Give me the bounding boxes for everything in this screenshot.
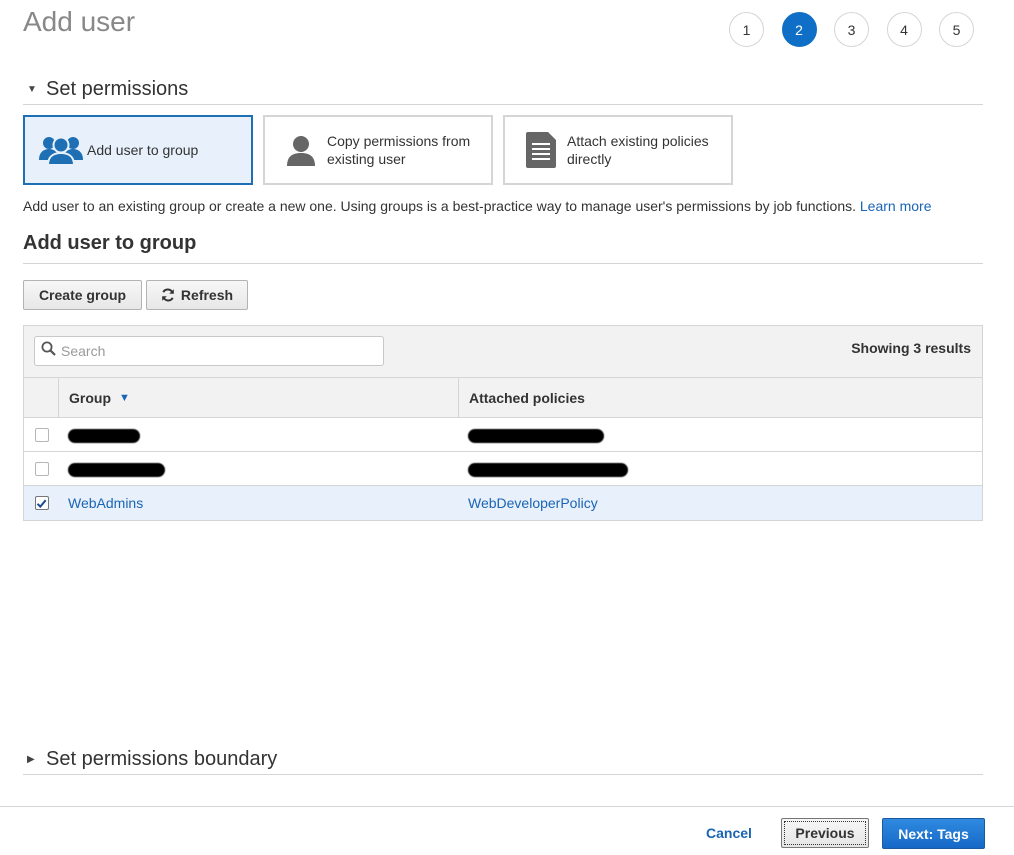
caret-down-icon: ▼ — [27, 84, 37, 95]
wizard-steps: 1 2 3 4 5 — [729, 12, 992, 47]
footer: Cancel Previous Next: Tags — [0, 806, 1014, 855]
groups-table: Showing 3 results Group ▼ Attached polic… — [23, 325, 983, 521]
step-4[interactable]: 4 — [886, 12, 922, 47]
user-group-icon — [35, 134, 87, 166]
group-column-header[interactable]: Group ▼ — [59, 378, 459, 417]
document-icon — [515, 132, 567, 168]
set-permissions-header[interactable]: ▼ Set permissions — [23, 75, 983, 105]
step-5[interactable]: 5 — [939, 12, 974, 47]
table-header: Group ▼ Attached policies — [24, 378, 982, 418]
policies-column-header: Attached policies — [469, 389, 585, 406]
row-checkbox[interactable] — [34, 496, 49, 510]
permissions-boundary-header[interactable]: ▶ Set permissions boundary — [23, 745, 983, 775]
table-row[interactable] — [24, 418, 982, 452]
row-checkbox[interactable] — [34, 461, 49, 476]
permission-options: Add user to group Copy permissions from … — [23, 115, 743, 185]
redacted-group-name — [68, 462, 165, 477]
cancel-button[interactable]: Cancel — [706, 825, 752, 841]
next-button[interactable]: Next: Tags — [882, 818, 985, 849]
create-group-button[interactable]: Create group — [23, 280, 142, 310]
refresh-button[interactable]: Refresh — [146, 280, 248, 310]
option-label: Add user to group — [87, 142, 199, 158]
option-attach-policies[interactable]: Attach existing policies directly — [503, 115, 733, 185]
section-title: Set permissions boundary — [46, 748, 278, 770]
step-1[interactable]: 1 — [729, 12, 764, 47]
table-row[interactable]: WebAdmins WebDeveloperPolicy — [24, 486, 982, 520]
redacted-policy-name — [468, 462, 628, 477]
caret-right-icon: ▶ — [27, 754, 35, 765]
refresh-icon — [161, 288, 175, 302]
checkmark-icon — [36, 499, 47, 508]
sort-desc-icon: ▼ — [119, 391, 130, 404]
search-box[interactable] — [34, 336, 384, 366]
option-copy-permissions[interactable]: Copy permissions from existing user — [263, 115, 493, 185]
user-icon — [275, 134, 327, 166]
table-row[interactable] — [24, 452, 982, 486]
step-2[interactable]: 2 — [781, 12, 817, 47]
group-link[interactable]: WebAdmins — [68, 495, 143, 511]
page-title: Add user — [23, 6, 136, 37]
results-count: Showing 3 results — [851, 340, 971, 356]
group-section-title: Add user to group — [23, 232, 983, 264]
help-text: Add user to an existing group or create … — [23, 198, 932, 214]
search-input[interactable] — [61, 343, 361, 359]
refresh-label: Refresh — [180, 287, 234, 303]
redacted-group-name — [68, 428, 140, 443]
option-label: Copy permissions from — [327, 133, 471, 149]
option-label: directly — [567, 151, 612, 167]
section-title: Set permissions — [46, 78, 189, 100]
learn-more-link[interactable]: Learn more — [860, 198, 932, 214]
step-3[interactable]: 3 — [834, 12, 869, 47]
option-label: Attach existing policies — [567, 133, 709, 149]
option-label: existing user — [327, 151, 406, 167]
redacted-policy-name — [468, 428, 604, 443]
select-column-header — [24, 378, 59, 417]
option-add-user-to-group[interactable]: Add user to group — [23, 115, 253, 185]
previous-button[interactable]: Previous — [781, 818, 869, 848]
table-toolbar: Showing 3 results — [24, 326, 982, 378]
search-icon — [41, 341, 56, 361]
row-checkbox[interactable] — [34, 427, 49, 442]
policy-link[interactable]: WebDeveloperPolicy — [468, 495, 598, 511]
